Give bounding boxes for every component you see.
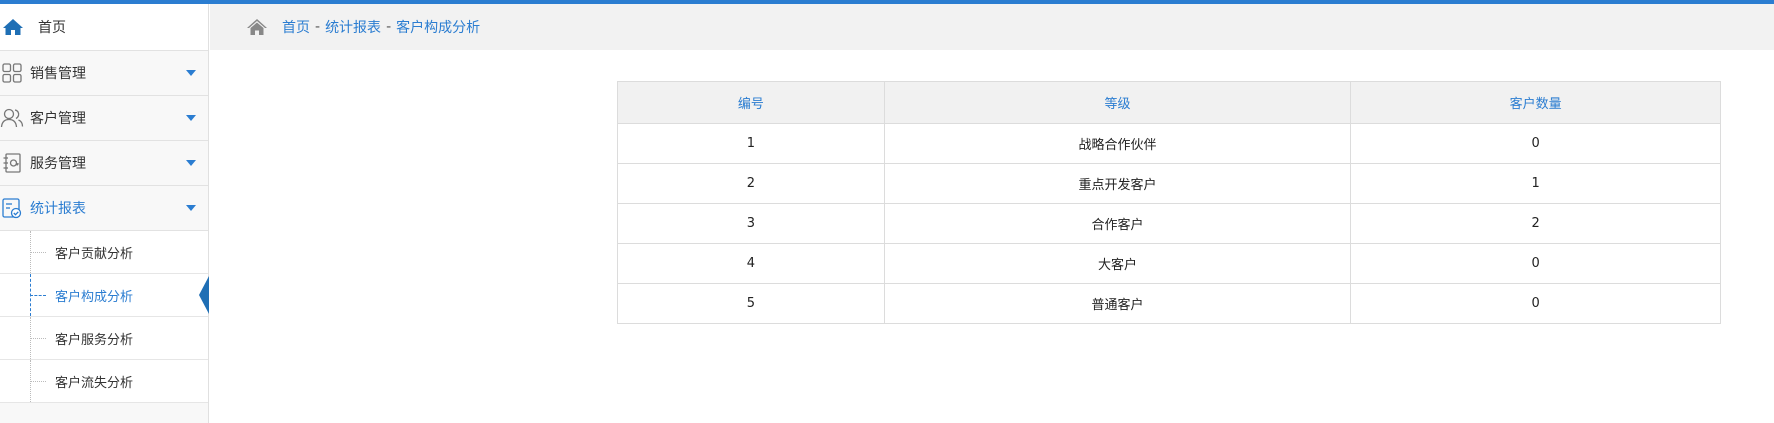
table-row: 4 大客户 0 [617,243,1721,284]
submenu-item-label: 客户构成分析 [55,289,134,305]
cell-count: 0 [1350,283,1721,324]
cell-id: 1 [617,123,885,164]
tree-line [30,252,46,253]
breadcrumb-home[interactable]: 首页 [282,17,310,37]
table-row: 5 普通客户 0 [617,283,1721,324]
grid-icon [0,61,24,85]
home-icon [0,14,26,40]
cell-count: 2 [1350,203,1721,244]
cell-level: 普通客户 [883,283,1352,324]
reports-submenu: 客户贡献分析 客户构成分析 客户服务分析 客户流失分析 [0,231,209,403]
table-row: 2 重点开发客户 1 [617,163,1721,204]
sidebar-item-service[interactable]: 服务管理 [0,141,208,186]
sidebar: 首页 销售管理 客户管理 服务管理 统计报表 客户贡献分析 客户构成分析 客户服… [0,4,209,423]
sidebar-item-label: 客户管理 [30,111,86,127]
sidebar-item-label: 统计报表 [30,201,86,217]
breadcrumb-bar: 首页 - 统计报表 - 客户构成分析 [210,4,1774,50]
table-row: 3 合作客户 2 [617,203,1721,244]
home-icon[interactable] [246,17,268,37]
breadcrumb-current[interactable]: 客户构成分析 [396,17,480,37]
sidebar-item-customers[interactable]: 客户管理 [0,96,208,141]
submenu-item-label: 客户服务分析 [55,332,134,348]
cell-id: 4 [617,243,885,284]
cell-level: 合作客户 [883,203,1352,244]
submenu-item-service-analysis[interactable]: 客户服务分析 [0,317,208,360]
active-pointer-icon [199,276,209,314]
cell-id: 5 [617,283,885,324]
column-header-level: 等级 [883,81,1352,124]
caret-down-icon [186,205,196,211]
sidebar-home[interactable]: 首页 [0,4,208,51]
sidebar-home-label: 首页 [38,20,66,36]
table-row: 1 战略合作伙伴 0 [617,123,1721,164]
customer-composition-table: 编号 等级 客户数量 1 战略合作伙伴 0 2 重点开发客户 1 3 合作客户 … [617,81,1721,324]
caret-down-icon [186,115,196,121]
caret-down-icon [186,70,196,76]
table-header-row: 编号 等级 客户数量 [617,81,1721,124]
notebook-icon [0,151,24,175]
column-header-count: 客户数量 [1350,81,1721,124]
column-header-id: 编号 [617,81,885,124]
tree-line [30,381,46,382]
submenu-item-composition[interactable]: 客户构成分析 [0,274,209,317]
cell-count: 0 [1350,243,1721,284]
cell-id: 2 [617,163,885,204]
sidebar-item-sales[interactable]: 销售管理 [0,51,208,96]
cell-level: 大客户 [883,243,1352,284]
sidebar-item-label: 服务管理 [30,156,86,172]
submenu-item-churn[interactable]: 客户流失分析 [0,360,208,403]
breadcrumb-reports[interactable]: 统计报表 [325,17,381,37]
main-content: 编号 等级 客户数量 1 战略合作伙伴 0 2 重点开发客户 1 3 合作客户 … [210,50,1774,423]
breadcrumb-separator: - [315,19,321,35]
caret-down-icon [186,160,196,166]
tree-line [30,338,46,339]
breadcrumb: 首页 - 统计报表 - 客户构成分析 [282,17,480,37]
report-icon [0,196,24,220]
submenu-item-label: 客户流失分析 [55,375,134,391]
cell-count: 0 [1350,123,1721,164]
cell-count: 1 [1350,163,1721,204]
tree-line [30,295,46,296]
submenu-item-label: 客户贡献分析 [55,246,134,262]
breadcrumb-separator: - [386,19,392,35]
cell-level: 战略合作伙伴 [883,123,1352,164]
submenu-item-contribution[interactable]: 客户贡献分析 [0,231,208,274]
cell-level: 重点开发客户 [883,163,1352,204]
cell-id: 3 [617,203,885,244]
sidebar-item-label: 销售管理 [30,66,86,82]
users-icon [0,106,24,130]
sidebar-item-reports[interactable]: 统计报表 [0,186,208,231]
